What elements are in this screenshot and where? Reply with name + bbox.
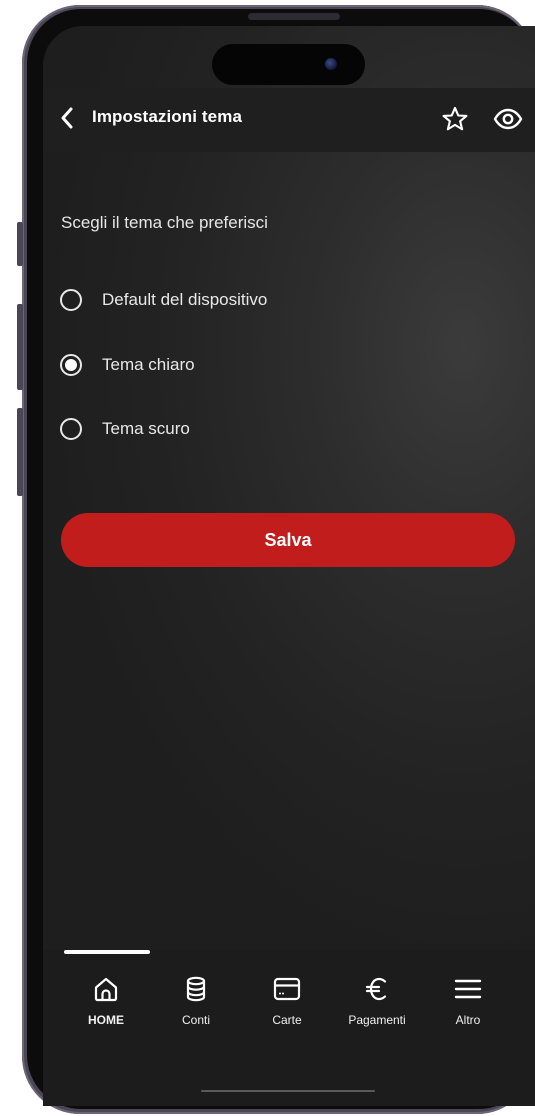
star-icon xyxy=(442,106,468,131)
nav-label: Carte xyxy=(272,1013,302,1027)
radio-option-light-theme[interactable]: Tema chiaro xyxy=(60,354,195,376)
nav-label: Altro xyxy=(455,1013,481,1027)
radio-option-device-default[interactable]: Default del dispositivo xyxy=(60,289,267,311)
page-title: Impostazioni tema xyxy=(92,107,243,126)
database-icon xyxy=(179,972,213,1006)
home-icon xyxy=(89,972,123,1006)
radio-label: Default del dispositivo xyxy=(102,290,268,309)
nav-item-pagamenti[interactable]: Pagamenti xyxy=(332,972,422,1027)
back-button[interactable] xyxy=(56,106,78,130)
radio-button[interactable] xyxy=(60,289,82,311)
menu-icon xyxy=(451,972,485,1006)
radio-button[interactable] xyxy=(60,418,82,440)
nav-label: Conti xyxy=(181,1013,210,1027)
nav-label: Pagamenti xyxy=(348,1013,406,1027)
side-button xyxy=(17,222,23,266)
speaker-grille xyxy=(248,13,340,20)
nav-item-carte[interactable]: Carte xyxy=(242,972,332,1027)
home-indicator[interactable] xyxy=(201,1090,375,1092)
camera-icon xyxy=(325,58,337,70)
euro-icon xyxy=(360,972,394,1006)
visibility-button[interactable] xyxy=(492,104,524,134)
nav-label: HOME xyxy=(88,1013,124,1027)
save-button[interactable]: Salva xyxy=(61,513,515,567)
nav-item-home[interactable]: HOME xyxy=(61,972,151,1027)
radio-label: Tema scuro xyxy=(102,419,190,438)
side-button xyxy=(17,408,23,496)
side-button xyxy=(17,304,23,390)
radio-label: Tema chiaro xyxy=(102,355,195,374)
theme-prompt: Scegli il tema che preferisci xyxy=(61,213,268,232)
active-tab-indicator xyxy=(64,950,150,954)
eye-icon xyxy=(493,108,523,130)
nav-item-altro[interactable]: Altro xyxy=(423,972,513,1027)
radio-option-dark-theme[interactable]: Tema scuro xyxy=(60,418,190,440)
chevron-left-icon xyxy=(61,107,73,129)
card-icon xyxy=(270,972,304,1006)
radio-selected-dot xyxy=(65,359,77,371)
dynamic-island xyxy=(212,44,365,85)
favorite-button[interactable] xyxy=(440,104,470,134)
radio-button-selected[interactable] xyxy=(60,354,82,376)
nav-item-conti[interactable]: Conti xyxy=(151,972,241,1027)
